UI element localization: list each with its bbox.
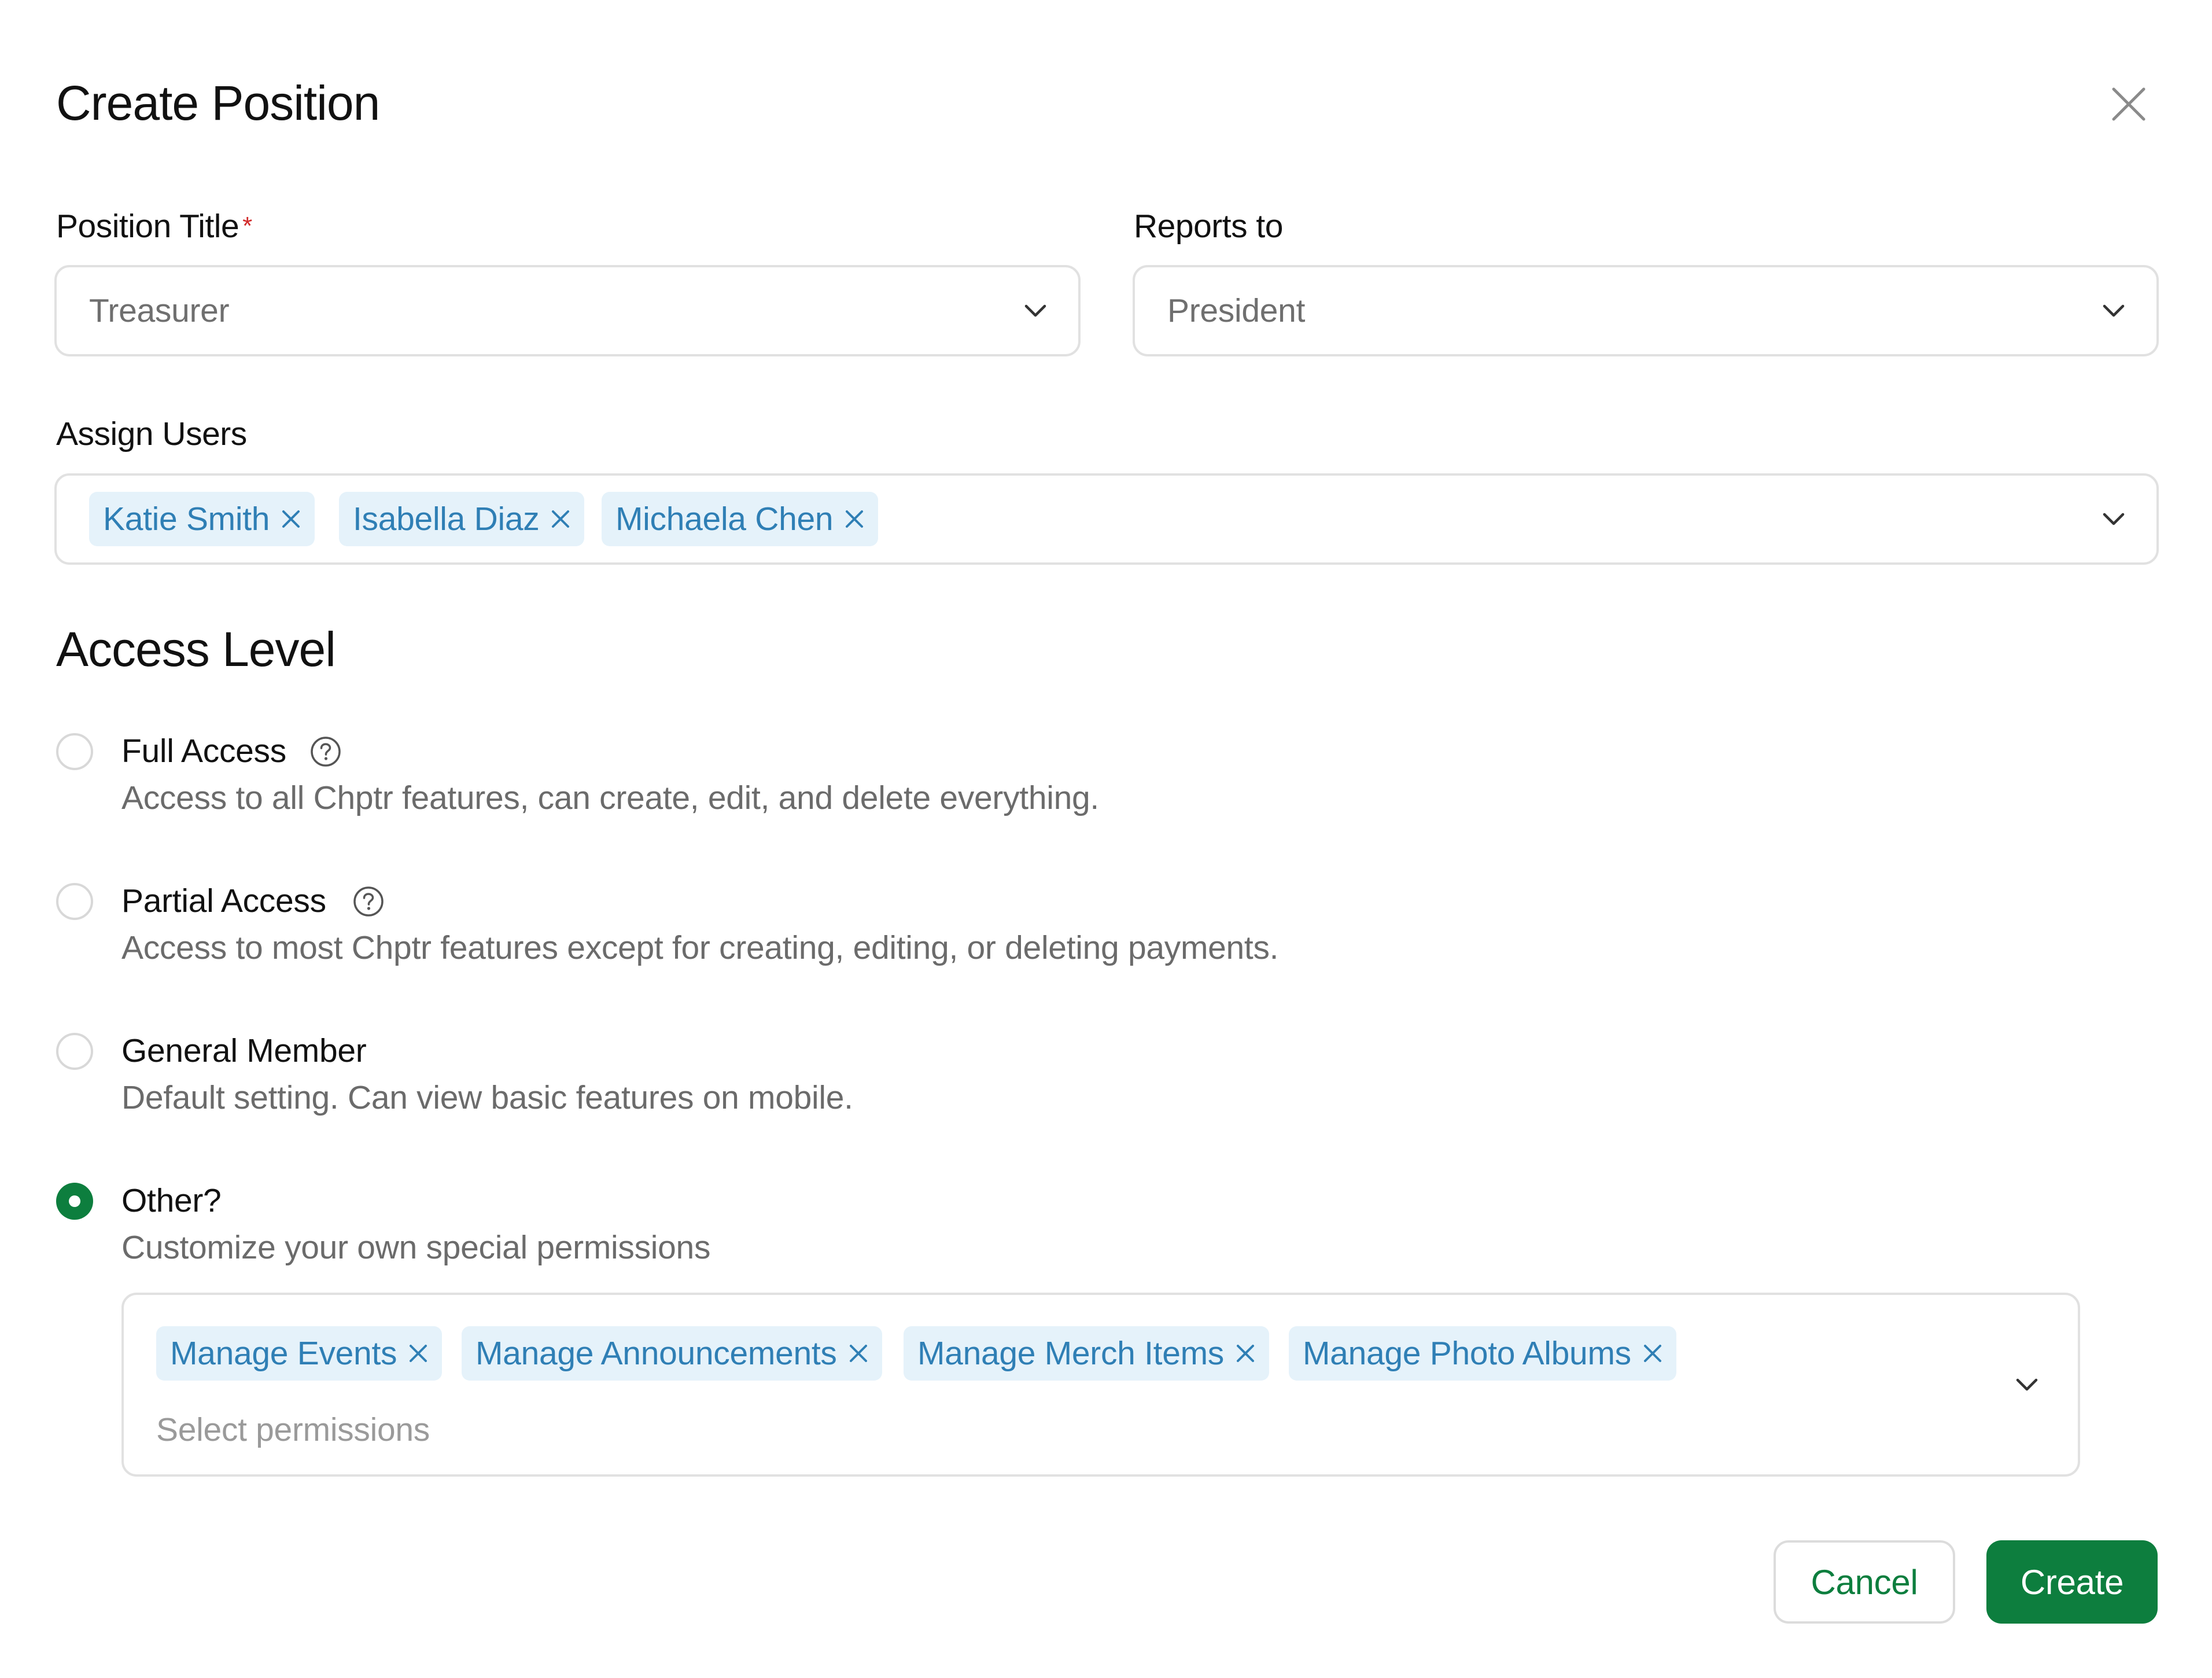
permission-chip-label: Manage Photo Albums — [1303, 1335, 1631, 1372]
remove-permission-button[interactable] — [1637, 1338, 1668, 1369]
close-icon — [2112, 87, 2145, 121]
dialog-title: Create Position — [56, 76, 380, 130]
reports-to-select[interactable]: President — [1133, 265, 2159, 356]
remove-user-button[interactable] — [275, 503, 307, 535]
close-icon — [849, 1345, 867, 1362]
permission-chip-label: Manage Merch Items — [917, 1335, 1224, 1372]
general-member-label: General Member — [121, 1032, 367, 1069]
chevron-down-icon — [1024, 304, 1046, 317]
permissions-placeholder[interactable]: Select permissions — [156, 1411, 430, 1449]
close-icon — [282, 510, 300, 528]
full-access-label: Full Access — [121, 733, 286, 770]
general-member-description: Default setting. Can view basic features… — [121, 1079, 853, 1116]
cancel-button[interactable]: Cancel — [1774, 1540, 1955, 1624]
create-button[interactable]: Create — [1986, 1540, 2158, 1624]
question-circle-icon[interactable] — [352, 885, 385, 918]
access-level-heading: Access Level — [56, 622, 336, 676]
close-icon — [1643, 1345, 1661, 1362]
user-chip-label: Katie Smith — [103, 501, 270, 538]
chevron-down-icon — [2103, 304, 2125, 317]
question-circle-icon[interactable] — [309, 735, 342, 768]
create-position-dialog: Create Position Position Title * Treasure… — [0, 0, 2212, 1678]
close-button[interactable] — [2106, 81, 2152, 127]
reports-to-value: President — [1167, 292, 1306, 329]
user-chip: Michaela Chen — [602, 492, 879, 546]
user-chip: Katie Smith — [89, 492, 315, 546]
other-description: Customize your own special permissions — [121, 1229, 711, 1266]
remove-user-button[interactable] — [545, 503, 576, 535]
required-mark: * — [242, 212, 252, 240]
assign-users-label: Assign Users — [56, 415, 247, 452]
permission-chip-label: Manage Events — [170, 1335, 397, 1372]
other-label: Other? — [121, 1182, 222, 1219]
user-chip-label: Michaela Chen — [615, 501, 834, 538]
position-title-select[interactable]: Treasurer — [54, 265, 1081, 356]
remove-permission-button[interactable] — [1230, 1338, 1261, 1369]
close-icon — [846, 510, 864, 528]
permission-chip-label: Manage Announcements — [475, 1335, 837, 1372]
user-chip-label: Isabella Diaz — [353, 501, 540, 538]
remove-user-button[interactable] — [839, 503, 870, 535]
chevron-down-icon — [2016, 1378, 2038, 1391]
position-title-label-text: Position Title — [56, 208, 239, 245]
radio-general-member[interactable] — [56, 1033, 93, 1070]
chevron-down-icon — [2103, 513, 2125, 525]
permission-chip: Manage Photo Albums — [1289, 1326, 1676, 1381]
close-icon — [1236, 1345, 1254, 1362]
permission-chip: Manage Announcements — [462, 1326, 882, 1381]
partial-access-description: Access to most Chptr features except for… — [121, 929, 1279, 966]
permission-chip: Manage Events — [156, 1326, 443, 1381]
close-icon — [410, 1345, 427, 1362]
permission-chip: Manage Merch Items — [904, 1326, 1269, 1381]
permissions-select[interactable]: Manage Events Manage Announcements Manag… — [121, 1293, 2080, 1477]
full-access-description: Access to all Chptr features, can create… — [121, 779, 1099, 816]
assign-users-select[interactable]: Katie Smith Isabella Diaz Michaela Chen — [54, 473, 2159, 565]
radio-partial-access[interactable] — [56, 883, 93, 920]
position-title-label: Position Title * — [56, 206, 252, 246]
radio-other[interactable] — [56, 1183, 93, 1220]
partial-access-label: Partial Access — [121, 882, 326, 919]
radio-full-access[interactable] — [56, 733, 93, 770]
remove-permission-button[interactable] — [843, 1338, 874, 1369]
position-title-value: Treasurer — [89, 292, 230, 329]
reports-to-label: Reports to — [1134, 208, 1283, 245]
user-chip: Isabella Diaz — [339, 492, 585, 546]
remove-permission-button[interactable] — [403, 1338, 434, 1369]
close-icon — [552, 510, 570, 528]
